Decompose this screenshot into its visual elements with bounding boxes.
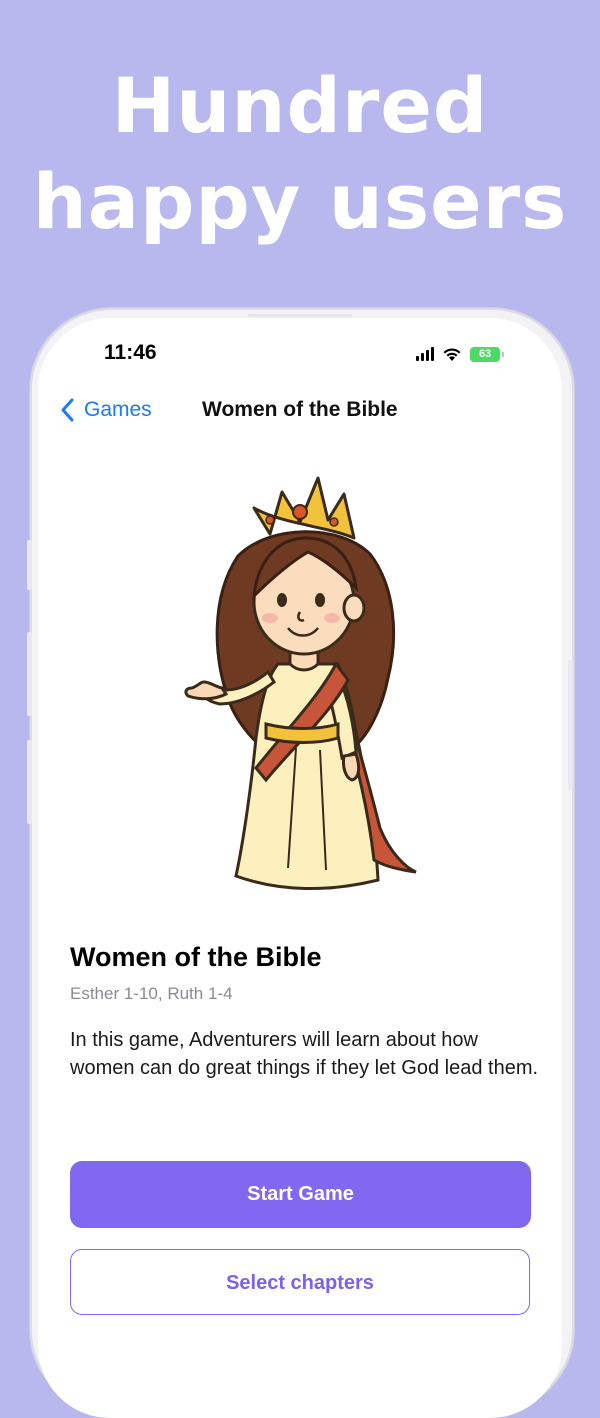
back-label: Games bbox=[84, 398, 152, 421]
game-chapters: Esther 1-10, Ruth 1-4 bbox=[70, 984, 233, 1003]
wifi-icon bbox=[443, 347, 461, 361]
phone-power-button bbox=[568, 660, 573, 790]
game-title: Women of the Bible bbox=[70, 942, 322, 972]
nav-title: Women of the Bible bbox=[202, 398, 398, 421]
game-description: In this game, Adventurers will learn abo… bbox=[70, 1029, 539, 1079]
battery-charging-icon: 63 bbox=[470, 346, 504, 362]
status-icons: 63 bbox=[416, 344, 504, 364]
queen-illustration bbox=[184, 476, 417, 891]
back-button[interactable]: Games bbox=[60, 396, 152, 424]
battery-level: 63 bbox=[478, 347, 492, 360]
signal-icon bbox=[416, 347, 434, 361]
start-game-button[interactable]: Start Game bbox=[70, 1161, 531, 1228]
phone-side-button bbox=[27, 540, 32, 590]
phone-speaker bbox=[248, 314, 352, 317]
headline-line-1: Hundred bbox=[111, 61, 489, 150]
select-chapters-button[interactable]: Select chapters bbox=[70, 1249, 530, 1315]
chevron-left-icon bbox=[61, 398, 74, 422]
phone-volume-down-button bbox=[27, 740, 32, 824]
headline-line-2: happy users bbox=[32, 157, 568, 246]
phone-volume-up-button bbox=[27, 632, 32, 716]
promo-headline: Hundred happy users bbox=[0, 58, 600, 250]
status-time: 11:46 bbox=[104, 341, 157, 364]
